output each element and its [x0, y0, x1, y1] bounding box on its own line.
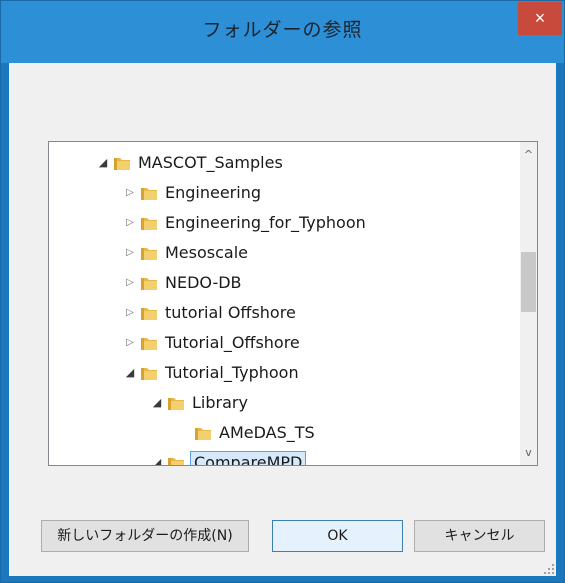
dialog-body: ◢ MASCOT_Samples ▷ Engineering ▷ Engineering_…: [9, 63, 556, 576]
tree-item[interactable]: ▷ Engineering_for_Typhoon: [49, 208, 519, 238]
collapsed-arrow-icon[interactable]: ▷: [124, 186, 136, 200]
folder-icon: [195, 428, 211, 440]
dialog-title: フォルダーの参照: [202, 19, 363, 41]
folder-icon: [141, 218, 157, 230]
tree-item-label: Engineering_for_Typhoon: [165, 213, 366, 232]
resize-grip-icon[interactable]: [544, 564, 554, 574]
new-folder-button[interactable]: 新しいフォルダーの作成(N): [41, 520, 249, 552]
scroll-up-icon[interactable]: ^: [520, 146, 537, 163]
tree-item[interactable]: ▷ NEDO-DB: [49, 268, 519, 298]
folder-icon: [141, 368, 157, 380]
tree-item[interactable]: ◢ CompareMPD: [49, 448, 519, 465]
folder-icon: [141, 248, 157, 260]
scroll-down-icon[interactable]: v: [520, 444, 537, 461]
title-bar[interactable]: フォルダーの参照 ×: [1, 1, 564, 63]
tree-item[interactable]: ◢ MASCOT_Samples: [49, 148, 519, 178]
tree-item-label: Tutorial_Typhoon: [165, 363, 299, 382]
collapsed-arrow-icon[interactable]: ▷: [124, 336, 136, 350]
vertical-scrollbar[interactable]: ^ v: [520, 142, 537, 465]
tree-item[interactable]: ▷ tutorial Offshore: [49, 298, 519, 328]
collapsed-arrow-icon[interactable]: ▷: [124, 246, 136, 260]
cancel-button[interactable]: キャンセル: [414, 520, 545, 552]
close-button[interactable]: ×: [518, 2, 562, 35]
tree-item-label: tutorial Offshore: [165, 303, 296, 322]
tree-item[interactable]: AMeDAS_TS: [49, 418, 519, 448]
expanded-arrow-icon[interactable]: ◢: [151, 456, 163, 465]
tree-item-label: CompareMPD: [190, 451, 307, 465]
tree-item-label: Library: [192, 393, 248, 412]
folder-tree[interactable]: ◢ MASCOT_Samples ▷ Engineering ▷ Engineering_…: [48, 141, 538, 466]
scroll-thumb[interactable]: [521, 252, 536, 312]
tree-item-label: MASCOT_Samples: [138, 153, 283, 172]
tree-item[interactable]: ◢ Tutorial_Typhoon: [49, 358, 519, 388]
folder-icon: [168, 398, 184, 410]
tree-item-label: Mesoscale: [165, 243, 248, 262]
ok-button[interactable]: OK: [272, 520, 403, 552]
expanded-arrow-icon[interactable]: ◢: [97, 156, 109, 170]
tree-item[interactable]: ▷ Mesoscale: [49, 238, 519, 268]
tree-item[interactable]: ▷ Engineering: [49, 178, 519, 208]
folder-icon: [141, 188, 157, 200]
folder-icon: [114, 158, 130, 170]
folder-icon: [168, 458, 184, 465]
tree-item-label: NEDO-DB: [165, 273, 242, 292]
tree-item-label: AMeDAS_TS: [219, 423, 315, 442]
folder-icon: [141, 278, 157, 290]
browse-folder-dialog: フォルダーの参照 × ◢ MASCOT_Samples ▷ Engineering ▷ E…: [0, 0, 565, 583]
tree-item[interactable]: ▷ Tutorial_Offshore: [49, 328, 519, 358]
folder-icon: [141, 338, 157, 350]
tree-item-label: Tutorial_Offshore: [165, 333, 300, 352]
expanded-arrow-icon[interactable]: ◢: [151, 396, 163, 410]
collapsed-arrow-icon[interactable]: ▷: [124, 276, 136, 290]
collapsed-arrow-icon[interactable]: ▷: [124, 306, 136, 320]
tree-item[interactable]: ◢ Library: [49, 388, 519, 418]
folder-icon: [141, 308, 157, 320]
tree-item-label: Engineering: [165, 183, 261, 202]
collapsed-arrow-icon[interactable]: ▷: [124, 216, 136, 230]
expanded-arrow-icon[interactable]: ◢: [124, 366, 136, 380]
